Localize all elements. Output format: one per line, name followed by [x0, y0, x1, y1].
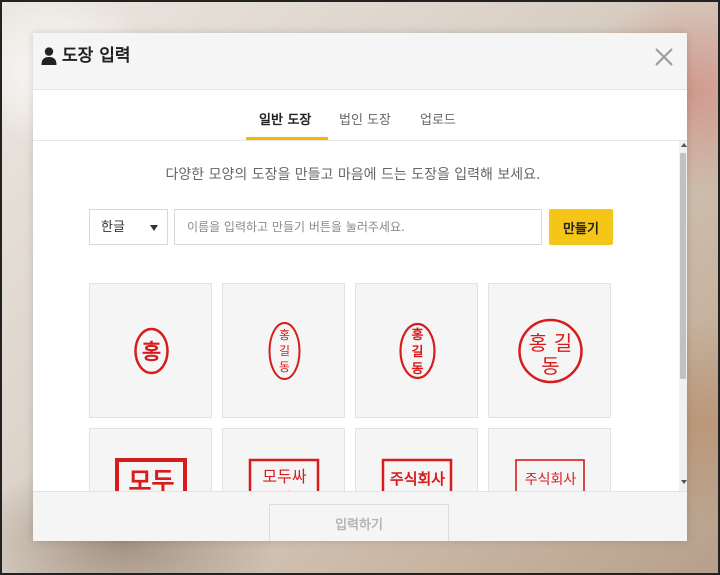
svg-text:홍: 홍: [279, 328, 290, 342]
svg-text:동: 동: [279, 360, 290, 374]
stamp-oval-vertical-icon: 홍 길 동: [399, 322, 436, 380]
caret-down-icon: [150, 225, 158, 231]
close-icon[interactable]: [652, 45, 676, 69]
svg-text:길: 길: [412, 345, 424, 360]
stamp-option[interactable]: 주식회사: [488, 428, 611, 491]
stamp-square-icon: 모두싸 인: [248, 458, 320, 491]
modal-footer: 입력하기: [33, 491, 687, 541]
stamp-narrow-oval-icon: 홍 길 동: [268, 322, 301, 380]
stamp-option[interactable]: 홍 길 동: [355, 283, 478, 418]
person-icon: [41, 47, 57, 65]
scroll-down-icon[interactable]: [681, 480, 687, 484]
stamp-content-area: 다양한 모양의 도장을 만들고 마음에 드는 도장을 입력해 보세요. 한글 만…: [33, 141, 687, 491]
stamp-circle-icon: 홍 길 동: [518, 318, 583, 384]
scrollbar-thumb[interactable]: [680, 153, 686, 379]
stamp-option[interactable]: 홍 길 동: [222, 283, 345, 418]
stamp-text: 주식회사: [525, 472, 577, 488]
stamp-option[interactable]: 모두: [89, 428, 212, 491]
stamp-option[interactable]: 모두싸 인: [222, 428, 345, 491]
submit-button[interactable]: 입력하기: [269, 504, 449, 541]
active-tab-indicator: [246, 137, 328, 140]
make-button[interactable]: 만들기: [549, 209, 613, 245]
modal-title: 도장 입력: [62, 46, 131, 66]
tab-upload[interactable]: 업로드: [420, 112, 456, 130]
stamp-square-icon: 주식회사: [381, 458, 453, 491]
svg-text:길: 길: [279, 344, 290, 358]
tab-corporate-stamp[interactable]: 법인 도장: [339, 112, 391, 130]
name-input[interactable]: [174, 209, 542, 245]
language-select[interactable]: 한글: [89, 209, 168, 245]
scroll-up-icon[interactable]: [681, 143, 687, 147]
stamp-square-icon: 주식회사: [515, 459, 585, 491]
svg-text:홍: 홍: [529, 331, 547, 355]
modal-header: 도장 입력: [33, 33, 687, 90]
svg-text:동: 동: [412, 362, 424, 377]
stamp-option[interactable]: 홍 길 동: [488, 283, 611, 418]
stamp-square-icon: 모두: [115, 458, 187, 491]
stamp-option[interactable]: 홍: [89, 283, 212, 418]
stamp-type-tabs: 일반 도장 법인 도장 업로드: [33, 90, 687, 141]
svg-text:동: 동: [541, 354, 559, 378]
stamp-input-modal: 도장 입력 일반 도장 법인 도장 업로드 다양한 모양의 도장을 만들고 마음…: [33, 33, 687, 541]
stamp-text: 홍: [142, 340, 161, 364]
stamp-text: 주식회사: [390, 470, 445, 488]
language-select-value: 한글: [101, 220, 125, 235]
stamp-text: 모두: [128, 467, 174, 491]
svg-text:모두싸: 모두싸: [262, 467, 306, 486]
stamp-oval-single-icon: 홍: [134, 327, 169, 375]
description-text: 다양한 모양의 도장을 만들고 마음에 드는 도장을 입력해 보세요.: [165, 167, 541, 183]
stamp-option[interactable]: 주식회사: [355, 428, 478, 491]
svg-text:홍: 홍: [412, 327, 424, 343]
tab-general-stamp[interactable]: 일반 도장: [259, 112, 311, 130]
svg-text:길: 길: [554, 331, 572, 355]
